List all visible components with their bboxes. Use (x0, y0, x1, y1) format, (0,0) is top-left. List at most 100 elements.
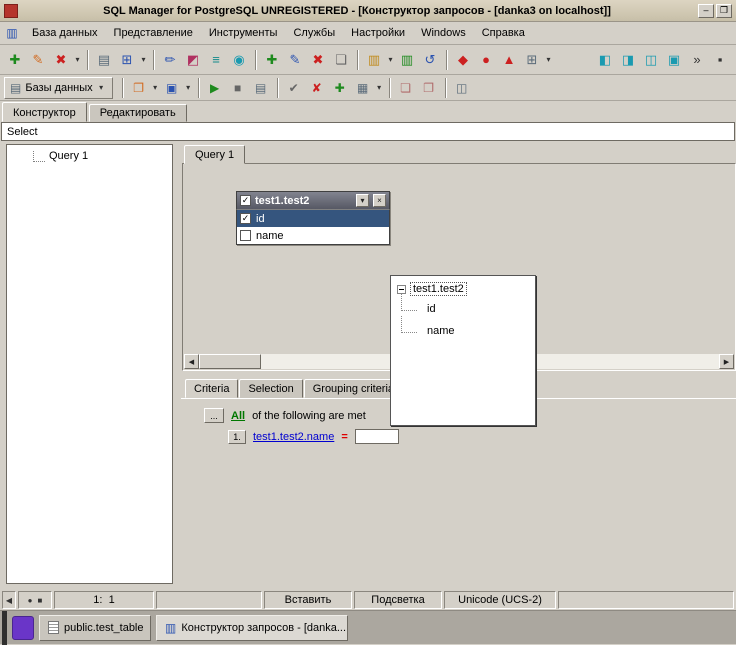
select-clause-bar[interactable]: Select (1, 122, 735, 141)
register-database-icon[interactable]: ✚ (4, 49, 26, 71)
unregister-dropdown-icon[interactable]: ▾ (73, 49, 82, 71)
role-manager-icon[interactable]: ▲ (498, 49, 520, 71)
tree-node-query1[interactable]: Query 1 (7, 145, 172, 162)
minimize-button[interactable]: – (698, 3, 714, 18)
save-diagram-icon[interactable]: ❐ (418, 77, 440, 99)
copy-database-icon[interactable]: ◫ (640, 49, 662, 71)
menu-windows[interactable]: Windows (413, 24, 474, 42)
refresh-icon[interactable]: ↺ (419, 49, 441, 71)
user-manager-icon[interactable]: ● (475, 49, 497, 71)
create-object-icon[interactable]: ✚ (261, 49, 283, 71)
maximize-button[interactable]: ❐ (716, 3, 732, 18)
save-query-icon[interactable]: ▣ (161, 77, 183, 99)
execute-query-icon[interactable]: ▶ (204, 77, 226, 99)
query-builder-icon[interactable]: ◩ (182, 49, 204, 71)
database-registration-info-icon[interactable]: ✎ (27, 49, 49, 71)
query-tab-label: Query 1 (195, 149, 235, 161)
taskbar-item-query-builder[interactable]: ▥ Конструктор запросов - [danka... (156, 614, 348, 641)
grant-manager-icon[interactable]: ◆ (452, 49, 474, 71)
grid-views-dropdown-icon[interactable]: ▾ (375, 77, 384, 99)
open-dropdown-icon[interactable]: ▾ (151, 77, 160, 99)
criteria-all-link[interactable]: All (231, 410, 245, 422)
commit-icon[interactable]: ✔ (283, 77, 305, 99)
menu-help[interactable]: Справка (474, 24, 533, 42)
tab-edit[interactable]: Редактировать (88, 104, 187, 122)
object-properties-icon[interactable]: ❏ (330, 49, 352, 71)
criteria-value-input[interactable] (354, 429, 399, 444)
criteria-options-button[interactable]: ... (204, 408, 224, 423)
table-list-icon[interactable]: ⊞ (521, 49, 543, 71)
tab-criteria[interactable]: Criteria (185, 379, 239, 398)
grid-views-icon[interactable]: ▦ (352, 77, 374, 99)
tab-grouping-criteria[interactable]: Grouping criteria (303, 379, 404, 398)
select-clause-label: Select (7, 125, 38, 138)
table-widget[interactable]: ✓ test1.test2 ▾ × ✓ id name (236, 191, 390, 245)
databases-caret-icon: ▾ (99, 83, 104, 92)
table-list-dropdown-icon[interactable]: ▾ (544, 49, 553, 71)
dropdown-item-id[interactable]: id (393, 294, 533, 318)
panel-splitter[interactable] (173, 141, 181, 590)
dropdown-root-node[interactable]: test1.test2 (393, 282, 533, 296)
save-dropdown-icon[interactable]: ▾ (184, 77, 193, 99)
export-data-icon[interactable]: ▥ (363, 49, 385, 71)
field-checkbox-name[interactable] (240, 230, 251, 241)
menu-view[interactable]: Представление (106, 24, 201, 42)
taskbar-item-test-table[interactable]: public.test_table (39, 614, 151, 641)
left-arrow-icon: ◀ (5, 595, 13, 605)
drop-object-icon[interactable]: ✖ (307, 49, 329, 71)
scroll-thumb[interactable] (199, 354, 261, 369)
windows-dropdown-icon[interactable]: ▾ (139, 49, 148, 71)
menu-database[interactable]: База данных (24, 24, 106, 42)
restore-database-icon[interactable]: ◨ (617, 49, 639, 71)
taskbar-launcher-icon[interactable] (12, 615, 34, 640)
dropdown-item-name[interactable]: name (393, 316, 533, 340)
dropdown-root-label: test1.test2 (410, 282, 467, 296)
sql-script-icon[interactable]: ≡ (205, 49, 227, 71)
field-row-name[interactable]: name (237, 227, 389, 244)
tab-designer[interactable]: Конструктор (2, 102, 87, 122)
toolbar-overflow-icon[interactable]: » (686, 49, 708, 71)
diagram-options-icon[interactable]: ◫ (451, 77, 473, 99)
export-dropdown-icon[interactable]: ▾ (386, 49, 395, 71)
criteria-operator[interactable]: = (341, 431, 347, 443)
table-close-button[interactable]: × (373, 194, 386, 207)
add-table-icon[interactable]: ✚ (329, 77, 351, 99)
table-dropdown-button[interactable]: ▾ (356, 194, 369, 207)
menu-options[interactable]: Настройки (343, 24, 413, 42)
status-scroll-pane[interactable]: ◀ (2, 591, 16, 609)
show-results-icon[interactable]: ▤ (250, 77, 272, 99)
record-indicator-icon: ● (27, 595, 33, 605)
copy-diagram-icon[interactable]: ❏ (395, 77, 417, 99)
rollback-icon[interactable]: ✘ (306, 77, 328, 99)
menu-services[interactable]: Службы (285, 24, 343, 42)
menu-tools[interactable]: Инструменты (201, 24, 286, 42)
database-services-icon[interactable]: ▣ (663, 49, 685, 71)
scroll-right-button[interactable]: ▶ (719, 354, 734, 369)
windows-list-icon[interactable]: ⊞ (116, 49, 138, 71)
status-filler-pane (558, 591, 734, 609)
title-bar[interactable]: SQL Manager for PostgreSQL UNREGISTERED … (0, 0, 736, 22)
stop-query-icon[interactable]: ■ (227, 77, 249, 99)
field-row-id[interactable]: ✓ id (237, 210, 389, 227)
unregister-database-icon[interactable]: ✖ (50, 49, 72, 71)
databases-dropdown[interactable]: ▤ Базы данных ▾ (4, 76, 113, 99)
field-dropdown-panel[interactable]: test1.test2 id name (390, 275, 536, 426)
customize-toolbar-icon[interactable]: ▪ (709, 49, 731, 71)
open-query-icon[interactable]: ❐ (128, 77, 150, 99)
table-checkbox[interactable]: ✓ (240, 195, 251, 206)
query-tab[interactable]: Query 1 (184, 145, 246, 164)
print-icon[interactable]: ▤ (93, 49, 115, 71)
tab-selection[interactable]: Selection (239, 379, 303, 398)
table-widget-header[interactable]: ✓ test1.test2 ▾ × (236, 191, 390, 209)
sql-editor-icon[interactable]: ✏ (159, 49, 181, 71)
edit-object-icon[interactable]: ✎ (284, 49, 306, 71)
criteria-row-button[interactable]: 1. (228, 429, 246, 444)
backup-database-icon[interactable]: ◧ (594, 49, 616, 71)
scroll-left-button[interactable]: ◀ (184, 354, 199, 369)
sql-monitor-icon[interactable]: ◉ (228, 49, 250, 71)
import-data-icon[interactable]: ▥ (396, 49, 418, 71)
toolbar-separator (87, 49, 89, 70)
collapse-icon[interactable] (397, 284, 406, 294)
field-checkbox-id[interactable]: ✓ (240, 213, 251, 224)
criteria-field-link[interactable]: test1.test2.name (253, 431, 334, 443)
